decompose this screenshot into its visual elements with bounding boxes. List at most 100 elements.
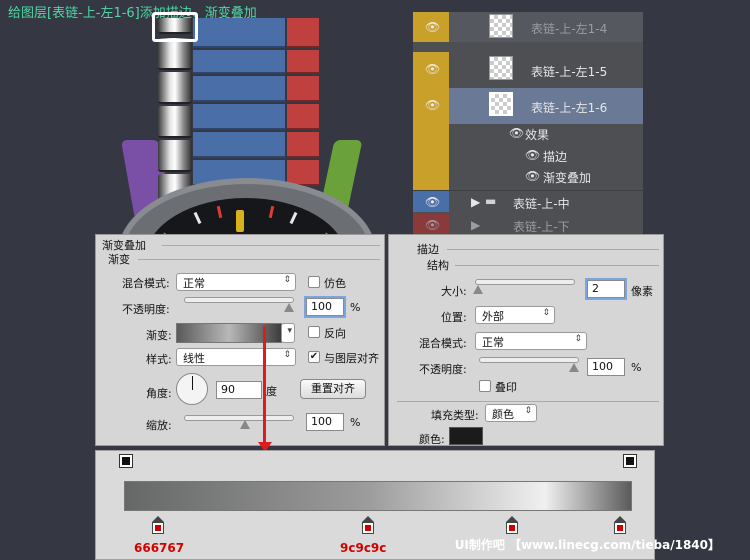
color-stop[interactable]	[506, 516, 518, 536]
blue-strap-segment	[193, 76, 285, 102]
degree-label: 度	[266, 385, 277, 398]
angle-dial[interactable]	[176, 373, 208, 405]
group-name: 表链-上-中	[513, 197, 570, 211]
eye-icon[interactable]: 👁	[525, 148, 540, 162]
section-label: 结构	[427, 259, 449, 272]
folder-icon: ▬	[485, 194, 497, 208]
opacity-input[interactable]: 100	[587, 358, 625, 376]
gradient-swatch[interactable]	[176, 323, 282, 343]
strap-link	[158, 72, 192, 104]
eye-icon[interactable]: 👁	[425, 218, 440, 232]
opacity-slider[interactable]	[479, 357, 579, 363]
expand-arrow-icon[interactable]: ▶	[471, 195, 480, 209]
style-select[interactable]: 线性 ⇕	[176, 348, 296, 366]
size-input[interactable]: 2	[587, 280, 625, 298]
select-arrow-icon: ⇕	[574, 334, 582, 344]
style-label: 样式:	[146, 353, 172, 366]
dither-label: 仿色	[324, 277, 346, 290]
opacity-stop-marker	[623, 454, 637, 468]
color-stop[interactable]	[362, 516, 374, 536]
selected-link-highlight	[152, 12, 198, 42]
dialog-title: 描边	[417, 243, 439, 256]
group-name: 表链-上-下	[513, 220, 570, 234]
gradient-picker-button[interactable]: ▾	[281, 323, 295, 343]
overprint-checkbox[interactable]	[479, 380, 491, 392]
dither-checkbox[interactable]	[308, 276, 320, 288]
layers-panel: 👁 表链-上-左1-4 👁 表链-上-左1-5 👁 表链-上-左1-6 👁 效果…	[413, 12, 643, 234]
blend-mode-label: 混合模式:	[419, 337, 467, 350]
scale-input[interactable]: 100	[306, 413, 344, 431]
layer-row[interactable]: 👁 表链-上-左1-5	[413, 52, 643, 88]
group-row[interactable]: 👁 ▶ ▬ 表链-上-中	[413, 190, 643, 212]
divider	[447, 249, 659, 250]
opacity-slider[interactable]	[184, 297, 294, 303]
effects-label: 效果	[525, 128, 550, 142]
position-value: 外部	[482, 310, 504, 323]
slider-knob[interactable]	[569, 363, 579, 372]
style-value: 线性	[183, 352, 205, 365]
position-select[interactable]: 外部 ⇕	[475, 306, 555, 324]
angle-input[interactable]: 90	[216, 381, 262, 399]
color-stop[interactable]	[614, 516, 626, 536]
blue-strap-segment	[193, 18, 285, 48]
red-strap-segment	[287, 76, 319, 102]
dial-tick	[289, 211, 298, 225]
stroke-color-swatch[interactable]	[449, 427, 483, 445]
blend-mode-select[interactable]: 正常 ⇕	[475, 332, 587, 350]
angle-dial-needle	[192, 376, 193, 390]
opacity-stop[interactable]	[623, 454, 637, 473]
effect-gradient-overlay[interactable]: 渐变叠加	[543, 169, 591, 186]
stop-square	[506, 522, 518, 534]
layer-row[interactable]: 👁 表链-上-左1-4	[413, 12, 643, 42]
eye-icon[interactable]: 👁	[509, 126, 524, 140]
fill-type-value: 颜色	[492, 408, 514, 421]
dial-tick	[216, 205, 223, 219]
blend-mode-select[interactable]: 正常 ⇕	[176, 273, 296, 291]
reset-alignment-button[interactable]: 重置对齐	[300, 379, 366, 399]
opacity-label: 不透明度:	[122, 303, 170, 316]
footer-watermark: UI制作吧 【www.linecg.com/tieba/1840】	[454, 538, 720, 552]
red-strap-segment	[287, 50, 319, 74]
strap-link	[158, 38, 192, 70]
expand-arrow-icon[interactable]: ▶	[471, 218, 480, 232]
size-slider[interactable]	[475, 279, 575, 285]
red-strap-segment	[287, 18, 319, 48]
eye-icon[interactable]: 👁	[425, 20, 440, 34]
effects-block: 👁 效果 👁 描边 👁 渐变叠加	[413, 124, 643, 190]
red-arrow	[263, 326, 266, 444]
reverse-label: 反向	[324, 327, 346, 340]
gradient-overlay-dialog: 渐变叠加 渐变 混合模式: 正常 ⇕ 仿色 不透明度: 100 % 渐变: ▾ …	[95, 234, 385, 446]
slider-knob[interactable]	[473, 285, 483, 294]
stop-square	[614, 522, 626, 534]
layer-row-selected[interactable]: 👁 表链-上-左1-6	[413, 88, 643, 124]
slider-knob[interactable]	[240, 420, 250, 429]
eye-icon[interactable]: 👁	[525, 169, 540, 183]
select-arrow-icon: ⇕	[283, 350, 291, 360]
group-row[interactable]: 👁 ▶ 表链-上-下	[413, 214, 643, 234]
select-arrow-icon: ⇕	[524, 406, 532, 416]
stop-hex-label: 9c9c9c	[340, 541, 387, 555]
fill-type-select[interactable]: 颜色 ⇕	[485, 404, 537, 422]
layer-name: 表链-上-左1-6	[531, 101, 608, 115]
dial-tick	[193, 211, 202, 225]
red-strap-segment	[287, 132, 319, 158]
slider-knob[interactable]	[284, 303, 294, 312]
blend-mode-label: 混合模式:	[122, 277, 170, 290]
color-stop[interactable]	[152, 516, 164, 536]
watch-illustration	[0, 0, 410, 235]
eye-icon[interactable]: 👁	[425, 62, 440, 76]
effect-stroke[interactable]: 描边	[543, 148, 567, 165]
position-label: 位置:	[441, 311, 467, 324]
eye-icon[interactable]: 👁	[425, 195, 440, 209]
stop-hex-label: 666767	[134, 541, 185, 555]
reverse-checkbox[interactable]	[308, 326, 320, 338]
scale-slider[interactable]	[184, 415, 294, 421]
opacity-input[interactable]: 100	[306, 298, 344, 316]
gradient-label: 渐变:	[146, 329, 172, 342]
opacity-stop[interactable]	[119, 454, 133, 473]
blend-mode-value: 正常	[482, 336, 504, 349]
align-layer-checkbox[interactable]: ✔	[308, 351, 320, 363]
eye-icon[interactable]: 👁	[425, 98, 440, 112]
gradient-bar[interactable]	[124, 481, 632, 511]
angle-label: 角度:	[146, 387, 172, 400]
